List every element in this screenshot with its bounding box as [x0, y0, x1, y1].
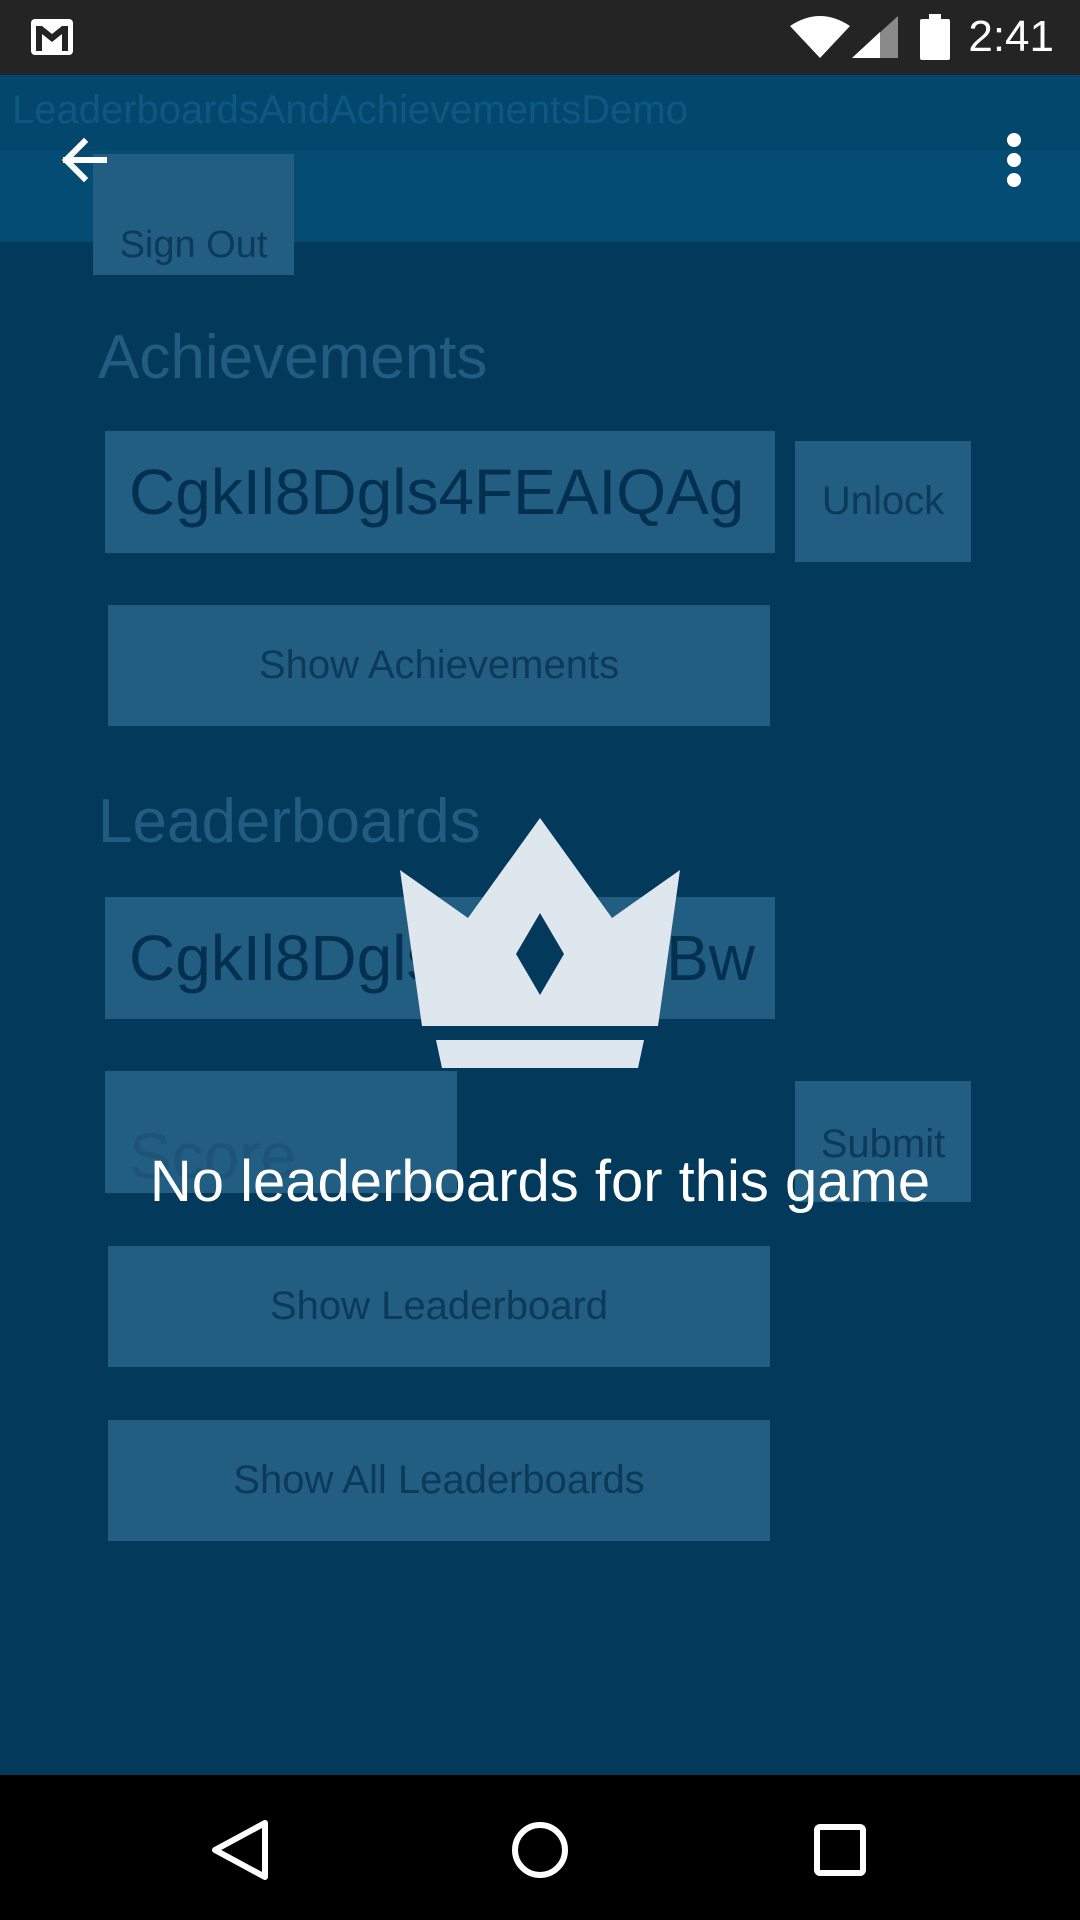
achievements-heading: Achievements: [98, 323, 488, 392]
gmail-icon: [31, 19, 73, 55]
arrow-back-icon[interactable]: [48, 124, 120, 196]
status-clock: 2:41: [968, 12, 1054, 61]
show-all-leaderboards-button: Show All Leaderboards: [108, 1420, 770, 1541]
recents-square-icon[interactable]: [795, 1805, 885, 1895]
show-leaderboard-label: Show Leaderboard: [269, 1284, 609, 1328]
home-circle-icon[interactable]: [495, 1805, 585, 1895]
back-triangle-icon[interactable]: [195, 1805, 285, 1895]
achievement-id-field: CgkIl8Dgls4FEAIQAg: [105, 431, 775, 553]
show-all-leaderboards-label: Show All Leaderboards: [233, 1458, 645, 1502]
sign-out-label: Sign Out: [119, 224, 268, 266]
status-bar: 2:41: [0, 0, 1080, 75]
unlock-label: Unlock: [821, 479, 945, 523]
battery-icon: [920, 14, 950, 60]
navigation-bar: [0, 1775, 1080, 1920]
show-leaderboard-button: Show Leaderboard: [108, 1246, 770, 1367]
sign-out-button: Sign Out: [93, 154, 294, 275]
cell-signal-icon: [852, 16, 898, 58]
wifi-icon: [790, 16, 850, 58]
show-achievements-label: Show Achievements: [258, 643, 620, 687]
show-achievements-button: Show Achievements: [108, 605, 770, 726]
crown-icon: [400, 818, 680, 1068]
unlock-button: Unlock: [795, 441, 971, 562]
empty-state-message: No leaderboards for this game: [149, 1149, 931, 1214]
more-vert-icon[interactable]: [992, 124, 1036, 196]
